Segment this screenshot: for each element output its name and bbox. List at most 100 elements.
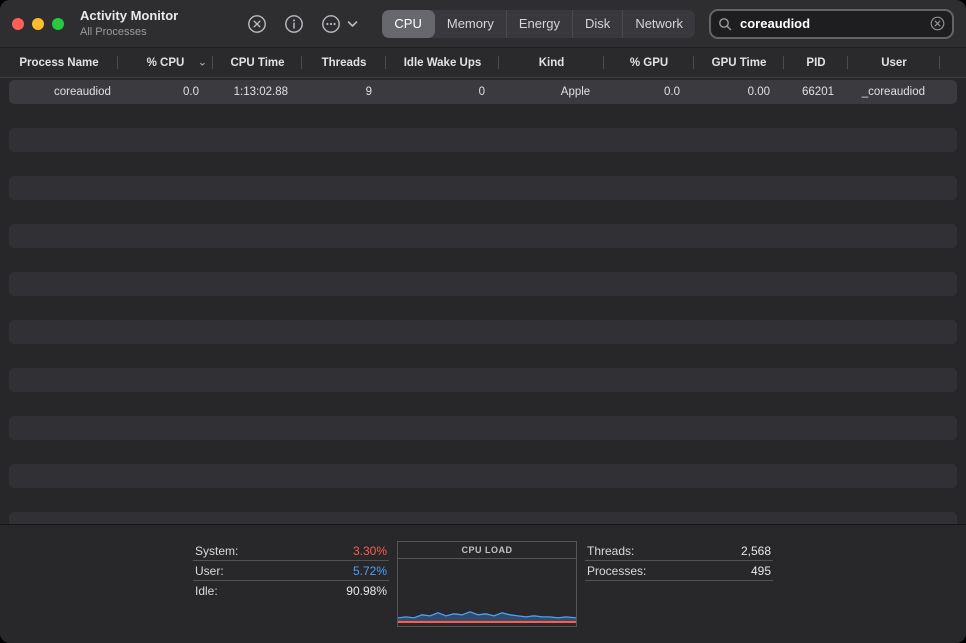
column-header-kind[interactable]: Kind (499, 48, 604, 77)
empty-row (0, 200, 966, 224)
more-actions-button[interactable] (320, 13, 358, 35)
process-row-coreaudiod[interactable]: coreaudiod0.01:13:02.8890Apple0.00.00662… (0, 80, 966, 104)
tab-cpu[interactable]: CPU (382, 10, 434, 38)
empty-row (0, 344, 966, 368)
cpu-load-title: CPU LOAD (398, 542, 576, 559)
cell-process-name: coreaudiod (0, 86, 118, 98)
column-label: User (881, 57, 907, 69)
empty-row (0, 512, 966, 524)
empty-row (0, 464, 966, 488)
cell-kind: Apple (499, 86, 604, 98)
empty-row (0, 248, 966, 272)
titlebar[interactable]: Activity Monitor All Processes (0, 0, 966, 48)
toolbar-buttons (246, 13, 358, 35)
empty-row (0, 104, 966, 128)
minimize-window-button[interactable] (32, 18, 44, 30)
column-label: Threads (322, 57, 367, 69)
stat-label: Processes: (587, 564, 646, 578)
cpu-breakdown: System: 3.30% User: 5.72% Idle: 90.98% (193, 541, 389, 643)
empty-row (0, 224, 966, 248)
header-gutter (940, 48, 966, 77)
empty-row (0, 176, 966, 200)
cpu-load-graph (398, 559, 576, 626)
counter-processes: Processes: 495 (585, 561, 773, 581)
quit-process-button[interactable] (246, 13, 268, 35)
chevron-down-icon (347, 20, 358, 28)
view-tabs: CPUMemoryEnergyDiskNetwork (382, 10, 695, 38)
column-header-gpu[interactable]: % GPU (604, 48, 694, 77)
empty-row (0, 296, 966, 320)
search-input[interactable] (738, 15, 924, 32)
stat-value: 3.30% (353, 544, 387, 558)
empty-row (0, 488, 966, 512)
stat-value: 495 (751, 564, 771, 578)
stat-value: 90.98% (346, 584, 387, 598)
clear-search-button[interactable] (930, 16, 945, 31)
column-header-gpu-time[interactable]: GPU Time (694, 48, 784, 77)
inspect-button[interactable] (283, 13, 305, 35)
sort-chevron-down-icon: ⌄ (198, 55, 207, 68)
cpu-stat-system: System: 3.30% (193, 541, 389, 561)
title-block: Activity Monitor All Processes (80, 8, 178, 39)
cpu-load-box: CPU LOAD (397, 541, 577, 627)
counters: Threads: 2,568 Processes: 495 (585, 541, 773, 643)
info-circle-icon (283, 13, 305, 35)
cell-threads: 9 (302, 86, 386, 98)
magnifier-icon (718, 17, 732, 31)
cell-gpu-time: 0.00 (694, 86, 784, 98)
empty-row (0, 320, 966, 344)
cell-gpu: 0.0 (604, 86, 694, 98)
stat-value: 5.72% (353, 564, 387, 578)
column-label: Kind (539, 57, 565, 69)
stat-label: Threads: (587, 544, 634, 558)
column-label: % CPU (147, 57, 185, 69)
search-field[interactable] (709, 9, 954, 39)
zoom-window-button[interactable] (52, 18, 64, 30)
column-header-process-name[interactable]: Process Name (0, 48, 118, 77)
column-header-user[interactable]: User (848, 48, 940, 77)
cell-user: _coreaudiod (848, 86, 940, 98)
column-header-threads[interactable]: Threads (302, 48, 386, 77)
cell-cpu: 0.0 (118, 86, 213, 98)
column-label: % GPU (630, 57, 668, 69)
empty-row (0, 440, 966, 464)
tab-memory[interactable]: Memory (435, 10, 507, 38)
cell-cpu-time: 1:13:02.88 (213, 86, 302, 98)
clear-circle-icon (930, 16, 945, 31)
ellipsis-circle-icon (320, 13, 342, 35)
stat-value: 2,568 (741, 544, 771, 558)
column-label: CPU Time (230, 57, 284, 69)
window-controls (12, 18, 64, 30)
window-subtitle: All Processes (80, 25, 178, 39)
status-footer: System: 3.30% User: 5.72% Idle: 90.98% CPU LO… (0, 524, 966, 643)
column-label: PID (806, 57, 825, 69)
stat-label: Idle: (195, 584, 218, 598)
column-header-cpu[interactable]: % CPU ⌄ (118, 48, 213, 77)
column-label: GPU Time (712, 57, 767, 69)
tab-disk[interactable]: Disk (573, 10, 623, 38)
counter-threads: Threads: 2,568 (585, 541, 773, 561)
empty-row (0, 416, 966, 440)
empty-row (0, 392, 966, 416)
column-header-idle-wake-ups[interactable]: Idle Wake Ups (386, 48, 499, 77)
cell-idle-wake-ups: 0 (386, 86, 499, 98)
close-window-button[interactable] (12, 18, 24, 30)
x-circle-icon (246, 13, 268, 35)
tab-network[interactable]: Network (623, 10, 695, 38)
empty-row (0, 272, 966, 296)
empty-row (0, 368, 966, 392)
table-header: Process Name % CPU ⌄ CPU Time Threads Idle Wa… (0, 48, 966, 78)
empty-row (0, 128, 966, 152)
stat-label: System: (195, 544, 238, 558)
activity-monitor-window: Activity Monitor All Processes (0, 0, 966, 643)
tab-energy[interactable]: Energy (507, 10, 573, 38)
column-label: Process Name (19, 57, 98, 69)
cpu-stat-idle: Idle: 90.98% (193, 581, 389, 601)
cpu-stat-user: User: 5.72% (193, 561, 389, 581)
stat-label: User: (195, 564, 224, 578)
column-header-pid[interactable]: PID (784, 48, 848, 77)
cell-pid: 66201 (784, 86, 848, 98)
column-header-cpu-time[interactable]: CPU Time (213, 48, 302, 77)
empty-row (0, 152, 966, 176)
process-table: coreaudiod0.01:13:02.8890Apple0.00.00662… (0, 78, 966, 524)
